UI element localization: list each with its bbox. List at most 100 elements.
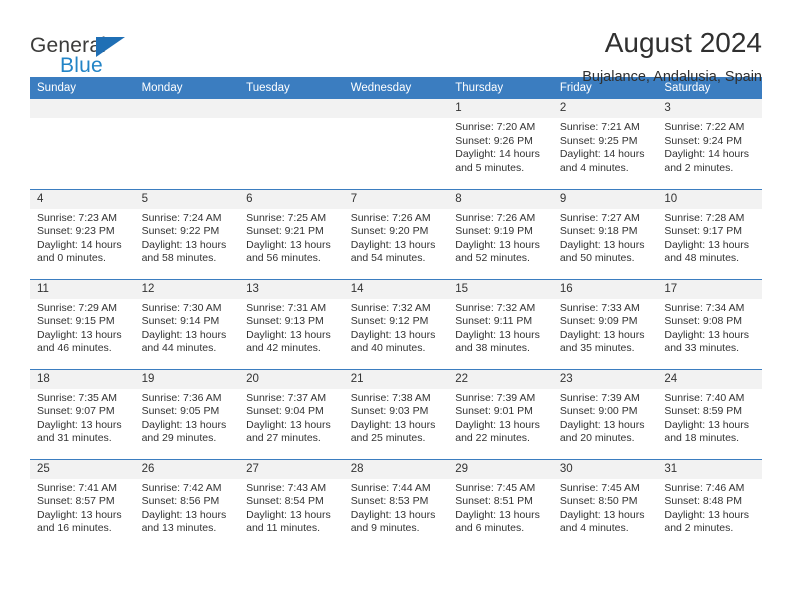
calendar-day-cell[interactable]: 17 Sunrise: 7:34 AM Sunset: 9:08 PM Dayligh… <box>657 278 762 369</box>
calendar-day-cell[interactable]: 13 Sunrise: 7:31 AM Sunset: 9:13 PM Dayligh… <box>239 278 344 369</box>
daylight-text-line2: and 46 minutes. <box>37 342 112 355</box>
sunrise-text: Sunrise: 7:23 AM <box>37 211 117 224</box>
day-cell-inner: 26 Sunrise: 7:42 AM Sunset: 8:56 PM Dayligh… <box>134 459 240 550</box>
day-number <box>134 99 240 118</box>
sunrise-text: Sunrise: 7:45 AM <box>455 481 536 494</box>
calendar-day-cell[interactable]: 27 Sunrise: 7:43 AM Sunset: 8:54 PM Dayligh… <box>239 458 344 550</box>
calendar-day-cell[interactable]: 4 Sunrise: 7:23 AM Sunset: 9:23 PM Daylight… <box>30 188 135 279</box>
calendar-day-cell[interactable]: 31 Sunrise: 7:46 AM Sunset: 8:48 PM Dayligh… <box>657 458 762 550</box>
calendar-day-cell[interactable]: 14 Sunrise: 7:32 AM Sunset: 9:12 PM Dayligh… <box>343 278 449 369</box>
calendar-day-cell[interactable]: 20 Sunrise: 7:37 AM Sunset: 9:04 PM Dayligh… <box>239 368 344 459</box>
calendar-day-cell[interactable]: 24 Sunrise: 7:40 AM Sunset: 8:59 PM Dayligh… <box>657 368 762 459</box>
day-cell-inner: 16 Sunrise: 7:33 AM Sunset: 9:09 PM Dayligh… <box>552 279 658 369</box>
day-number: 27 <box>239 459 344 479</box>
calendar-day-cell[interactable]: 25 Sunrise: 7:41 AM Sunset: 8:57 PM Dayligh… <box>30 458 135 550</box>
day-cell-inner <box>134 99 240 189</box>
day-number: 1 <box>448 99 553 118</box>
calendar-day-cell[interactable]: 19 Sunrise: 7:36 AM Sunset: 9:05 PM Dayligh… <box>134 368 240 459</box>
sunset-text: Sunset: 9:26 PM <box>455 134 533 147</box>
day-number: 16 <box>552 279 658 299</box>
calendar-day-cell[interactable]: 7 Sunrise: 7:26 AM Sunset: 9:20 PM Daylight… <box>343 188 449 279</box>
calendar-day-cell[interactable]: 10 Sunrise: 7:28 AM Sunset: 9:17 PM Dayligh… <box>657 188 762 279</box>
day-details: Sunrise: 7:44 AM Sunset: 8:53 PM Daylight:… <box>344 479 449 536</box>
day-details: Sunrise: 7:24 AM Sunset: 9:22 PM Daylight:… <box>135 209 240 266</box>
sunrise-text: Sunrise: 7:40 AM <box>664 391 745 404</box>
daylight-text-line2: and 40 minutes. <box>350 342 426 355</box>
calendar-day-cell[interactable]: 9 Sunrise: 7:27 AM Sunset: 9:18 PM Daylight… <box>552 188 658 279</box>
logo-general-blue[interactable]: General Blue <box>30 26 160 82</box>
daylight-text-line2: and 20 minutes. <box>559 432 635 445</box>
day-details: Sunrise: 7:41 AM Sunset: 8:57 PM Daylight:… <box>30 479 135 536</box>
calendar-day-cell[interactable]: 12 Sunrise: 7:30 AM Sunset: 9:14 PM Dayligh… <box>134 278 240 369</box>
day-details: Sunrise: 7:31 AM Sunset: 9:13 PM Daylight:… <box>239 299 344 356</box>
day-cell-inner: 8 Sunrise: 7:26 AM Sunset: 9:19 PM Daylight… <box>448 189 553 279</box>
calendar-day-cell[interactable]: 23 Sunrise: 7:39 AM Sunset: 9:00 PM Dayligh… <box>552 368 658 459</box>
day-cell-inner: 27 Sunrise: 7:43 AM Sunset: 8:54 PM Dayligh… <box>239 459 344 550</box>
sunrise-text: Sunrise: 7:30 AM <box>141 301 222 314</box>
day-number: 29 <box>448 459 553 479</box>
day-number: 28 <box>343 459 449 479</box>
day-details: Sunrise: 7:40 AM Sunset: 8:59 PM Daylight:… <box>657 389 762 446</box>
day-cell-inner: 28 Sunrise: 7:44 AM Sunset: 8:53 PM Dayligh… <box>343 459 449 550</box>
day-number: 13 <box>239 279 344 299</box>
day-number: 11 <box>30 279 135 299</box>
logo-text-blue: Blue <box>60 54 103 77</box>
calendar-day-cell[interactable]: 30 Sunrise: 7:45 AM Sunset: 8:50 PM Dayligh… <box>552 458 658 549</box>
sunset-text: Sunset: 9:21 PM <box>246 225 324 238</box>
day-cell-inner: 23 Sunrise: 7:39 AM Sunset: 9:00 PM Dayligh… <box>552 369 658 459</box>
day-details: Sunrise: 7:39 AM Sunset: 9:01 PM Daylight:… <box>448 389 553 446</box>
calendar-day-cell[interactable]: 15 Sunrise: 7:32 AM Sunset: 9:11 PM Dayligh… <box>448 278 553 369</box>
day-number: 7 <box>343 189 449 209</box>
daylight-text-line1: Daylight: 13 hours <box>141 238 227 251</box>
day-number: 17 <box>657 279 762 299</box>
daylight-text-line2: and 33 minutes. <box>664 342 740 355</box>
day-cell-inner: 31 Sunrise: 7:46 AM Sunset: 8:48 PM Dayligh… <box>657 459 762 550</box>
calendar-day-cell[interactable]: 8 Sunrise: 7:26 AM Sunset: 9:19 PM Daylight… <box>448 188 553 279</box>
calendar-day-cell[interactable]: 1 Sunrise: 7:20 AM Sunset: 9:26 PM Daylight… <box>448 99 553 189</box>
daylight-text-line2: and 16 minutes. <box>37 522 112 535</box>
sunrise-text: Sunrise: 7:44 AM <box>350 481 431 494</box>
calendar-day-cell[interactable]: 3 Sunrise: 7:22 AM Sunset: 9:24 PM Daylight… <box>657 99 762 189</box>
daylight-text-line1: Daylight: 13 hours <box>559 238 645 251</box>
day-cell-inner: 7 Sunrise: 7:26 AM Sunset: 9:20 PM Daylight… <box>343 189 449 279</box>
daylight-text-line2: and 25 minutes. <box>350 432 426 445</box>
day-number: 24 <box>657 369 762 389</box>
day-details: Sunrise: 7:33 AM Sunset: 9:09 PM Daylight:… <box>553 299 658 356</box>
daylight-text-line1: Daylight: 13 hours <box>141 508 227 521</box>
day-details: Sunrise: 7:37 AM Sunset: 9:04 PM Daylight:… <box>239 389 344 446</box>
daylight-text-line1: Daylight: 14 hours <box>455 148 540 161</box>
day-details: Sunrise: 7:46 AM Sunset: 8:48 PM Daylight:… <box>657 479 762 536</box>
day-details: Sunrise: 7:45 AM Sunset: 8:50 PM Daylight:… <box>553 479 658 536</box>
calendar-day-cell[interactable]: 6 Sunrise: 7:25 AM Sunset: 9:21 PM Daylight… <box>239 188 344 279</box>
daylight-text-line1: Daylight: 13 hours <box>559 328 645 341</box>
day-cell-inner: 14 Sunrise: 7:32 AM Sunset: 9:12 PM Dayligh… <box>343 279 449 369</box>
sunrise-text: Sunrise: 7:42 AM <box>141 481 222 494</box>
day-cell-inner <box>343 99 449 189</box>
calendar-day-cell[interactable]: 16 Sunrise: 7:33 AM Sunset: 9:09 PM Dayligh… <box>552 278 658 369</box>
sunset-text: Sunset: 9:22 PM <box>141 225 220 238</box>
day-details: Sunrise: 7:35 AM Sunset: 9:07 PM Daylight:… <box>30 389 135 446</box>
calendar-day-cell[interactable]: 22 Sunrise: 7:39 AM Sunset: 9:01 PM Dayligh… <box>448 368 553 459</box>
calendar-day-cell[interactable]: 2 Sunrise: 7:21 AM Sunset: 9:25 PM Daylight… <box>552 99 658 189</box>
day-cell-inner: 25 Sunrise: 7:41 AM Sunset: 8:57 PM Dayligh… <box>30 459 135 550</box>
calendar-empty-cell <box>343 99 449 189</box>
daylight-text-line2: and 27 minutes. <box>246 432 321 445</box>
daylight-text-line1: Daylight: 13 hours <box>141 418 227 431</box>
sunrise-text: Sunrise: 7:37 AM <box>246 391 327 404</box>
calendar-day-cell[interactable]: 21 Sunrise: 7:38 AM Sunset: 9:03 PM Dayligh… <box>343 368 449 459</box>
daylight-text-line1: Daylight: 13 hours <box>350 418 436 431</box>
daylight-text-line2: and 54 minutes. <box>350 252 426 265</box>
calendar-day-cell[interactable]: 5 Sunrise: 7:24 AM Sunset: 9:22 PM Daylight… <box>134 188 240 279</box>
daylight-text-line1: Daylight: 13 hours <box>455 508 540 521</box>
day-cell-inner: 9 Sunrise: 7:27 AM Sunset: 9:18 PM Daylight… <box>552 189 658 279</box>
calendar-day-cell[interactable]: 28 Sunrise: 7:44 AM Sunset: 8:53 PM Dayligh… <box>343 458 449 550</box>
calendar-day-cell[interactable]: 11 Sunrise: 7:29 AM Sunset: 9:15 PM Dayligh… <box>30 278 135 369</box>
calendar-day-cell[interactable]: 18 Sunrise: 7:35 AM Sunset: 9:07 PM Dayligh… <box>30 368 135 459</box>
sunset-text: Sunset: 9:14 PM <box>141 315 220 328</box>
day-cell-inner: 21 Sunrise: 7:38 AM Sunset: 9:03 PM Dayligh… <box>343 369 449 459</box>
daylight-text-line2: and 11 minutes. <box>246 522 321 535</box>
day-number: 12 <box>134 279 240 299</box>
calendar-day-cell[interactable]: 26 Sunrise: 7:42 AM Sunset: 8:56 PM Dayligh… <box>134 458 240 550</box>
sunset-text: Sunset: 8:56 PM <box>141 495 220 508</box>
calendar-day-cell[interactable]: 29 Sunrise: 7:45 AM Sunset: 8:51 PM Dayligh… <box>448 458 553 549</box>
